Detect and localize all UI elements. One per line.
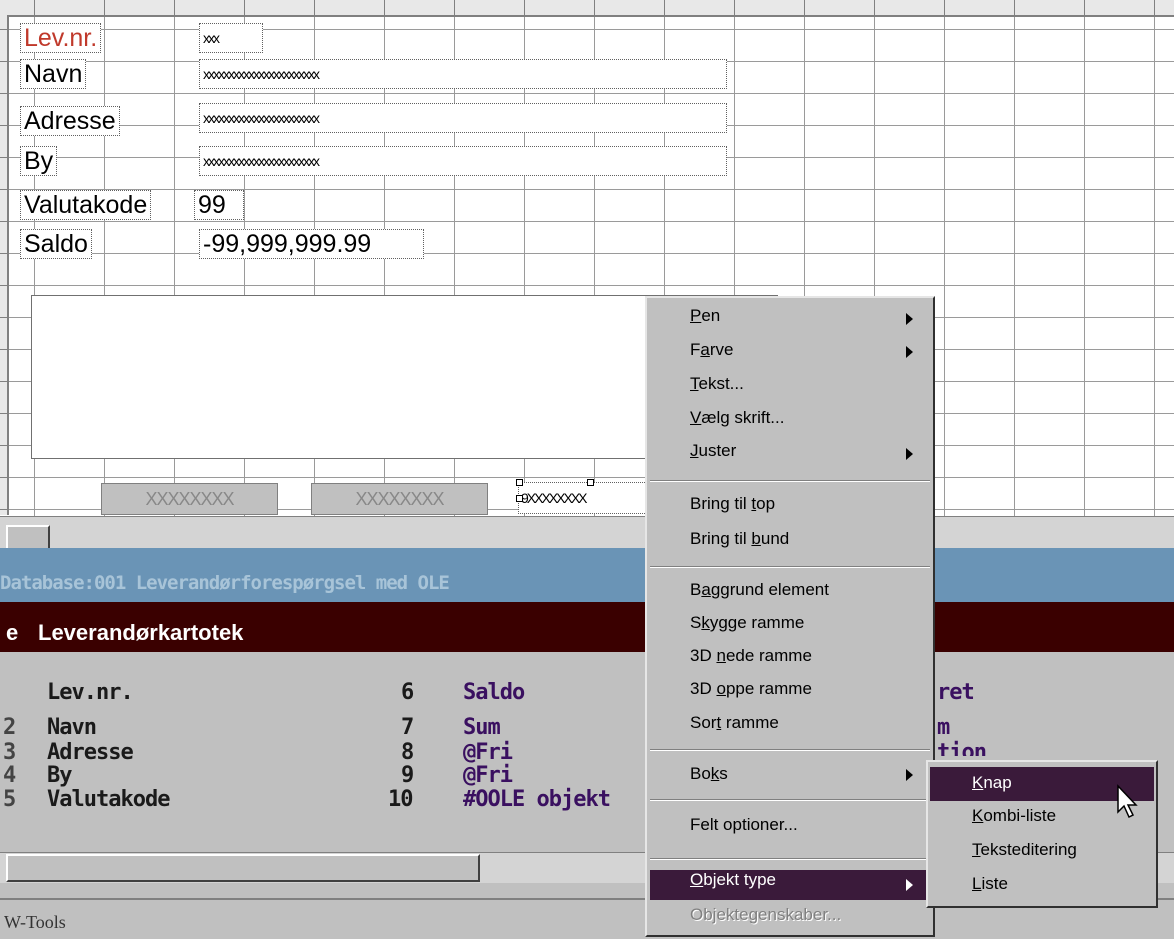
row-number: 6 xyxy=(401,680,414,705)
submenu-item-teksteditering[interactable]: Teksteditering xyxy=(972,840,1077,860)
row-number: 7 xyxy=(401,715,414,740)
resize-handle[interactable] xyxy=(516,479,523,486)
menu-item-juster[interactable]: Juster xyxy=(690,441,736,461)
menu-item-objekt-type[interactable]: Objekt type xyxy=(690,870,776,890)
submenu-arrow-icon xyxy=(906,346,913,358)
submenu-arrow-icon xyxy=(906,769,913,781)
row-number: 3 xyxy=(3,740,16,765)
label-adresse[interactable]: Adresse xyxy=(20,106,120,136)
submenu-arrow-icon xyxy=(906,448,913,460)
menu-separator xyxy=(650,566,930,568)
submenu-arrow-icon xyxy=(906,313,913,325)
menu-item-3d-oppe-ramme[interactable]: 3D oppe ramme xyxy=(690,679,812,699)
mouse-pointer-icon xyxy=(1117,784,1138,819)
list-item[interactable]: By xyxy=(47,763,72,788)
submenu-arrow-icon xyxy=(906,879,913,891)
row-number: 2 xyxy=(3,715,16,740)
row-number: 4 xyxy=(3,763,16,788)
row-number: 10 xyxy=(388,787,413,812)
menu-separator xyxy=(650,480,930,482)
list-item[interactable]: @Fri xyxy=(463,763,513,788)
database-window-title: Database:001 Leverandørforespørgsel med … xyxy=(0,572,450,594)
field-adresse[interactable]: xxxxxxxxxxxxxxxxxxxxxxx xyxy=(199,103,727,133)
submenu-item-liste[interactable]: Liste xyxy=(972,874,1008,894)
menu-separator xyxy=(650,858,930,860)
list-item[interactable]: @Fri xyxy=(463,740,513,765)
menu-separator xyxy=(650,799,930,801)
field-by[interactable]: xxxxxxxxxxxxxxxxxxxxxxx xyxy=(199,146,727,176)
resize-handle[interactable] xyxy=(516,495,523,502)
menu-item-boks[interactable]: Boks xyxy=(690,764,728,784)
menu-item-bring-til-bund[interactable]: Bring til bund xyxy=(690,529,789,549)
menu-separator xyxy=(650,749,930,751)
menu-item-bring-til-top[interactable]: Bring til top xyxy=(690,494,775,514)
label-valutakode[interactable]: Valutakode xyxy=(20,190,152,220)
menu-item-objektegenskaber: Objektegenskaber... xyxy=(690,905,842,924)
menu-item-sort-ramme[interactable]: Sort ramme xyxy=(690,713,779,733)
designer-horizontal-scrollbar[interactable] xyxy=(0,516,1174,549)
field-levnr[interactable]: xxx xyxy=(199,23,263,53)
submenu-item-knap[interactable]: Knap xyxy=(972,773,1012,793)
list-item[interactable]: ret xyxy=(937,680,975,705)
list-item[interactable]: Sum xyxy=(463,715,501,740)
field-navn[interactable]: xxxxxxxxxxxxxxxxxxxxxxx xyxy=(199,59,727,89)
label-navn[interactable]: Navn xyxy=(20,59,87,89)
menu-item-farve[interactable]: Farve xyxy=(690,340,733,360)
resize-handle[interactable] xyxy=(587,479,594,486)
form-button-1[interactable]: XXXXXXXX xyxy=(101,483,278,515)
row-number: 5 xyxy=(3,787,16,812)
row-number: 9 xyxy=(401,763,414,788)
label-saldo[interactable]: Saldo xyxy=(20,229,92,259)
vertical-ruler xyxy=(0,15,9,515)
list-item[interactable]: #OOLE objekt xyxy=(463,787,611,812)
field-saldo[interactable]: -99,999,999.99 xyxy=(199,229,424,259)
label-by[interactable]: By xyxy=(20,146,58,176)
row-number: 8 xyxy=(401,740,414,765)
menu-item-tekst[interactable]: Tekst... xyxy=(690,374,744,394)
list-item[interactable]: Navn xyxy=(47,715,97,740)
table-prefix: e xyxy=(6,620,19,645)
menu-item-felt-optioner[interactable]: Felt optioner... xyxy=(690,815,798,835)
list-item[interactable]: Adresse xyxy=(47,740,134,765)
submenu-item-kombi-liste[interactable]: Kombi-liste xyxy=(972,806,1056,826)
list-item[interactable]: Saldo xyxy=(463,680,525,705)
label-levnr[interactable]: Lev.nr. xyxy=(20,23,102,53)
field-valutakode[interactable]: 99 xyxy=(194,190,244,220)
table-title: Leverandørkartotek xyxy=(38,620,244,645)
scrollbar-thumb[interactable] xyxy=(6,854,480,882)
menu-item-3d-nede-ramme[interactable]: 3D nede ramme xyxy=(690,646,812,666)
list-item[interactable]: Valutakode xyxy=(47,787,170,812)
list-item[interactable]: tion xyxy=(937,740,986,756)
menu-item-vaelg-skrift[interactable]: Vælg skrift... xyxy=(690,408,784,428)
list-item[interactable]: m xyxy=(937,715,950,740)
list-item[interactable]: Lev.nr. xyxy=(47,680,134,705)
menu-item-baggrund-element[interactable]: Baggrund element xyxy=(690,580,829,600)
form-button-2[interactable]: XXXXXXXX xyxy=(311,483,488,515)
status-text: W-Tools xyxy=(4,912,66,932)
horizontal-ruler xyxy=(0,0,1174,17)
menu-item-skygge-ramme[interactable]: Skygge ramme xyxy=(690,613,804,633)
menu-item-pen[interactable]: Pen xyxy=(690,306,720,326)
